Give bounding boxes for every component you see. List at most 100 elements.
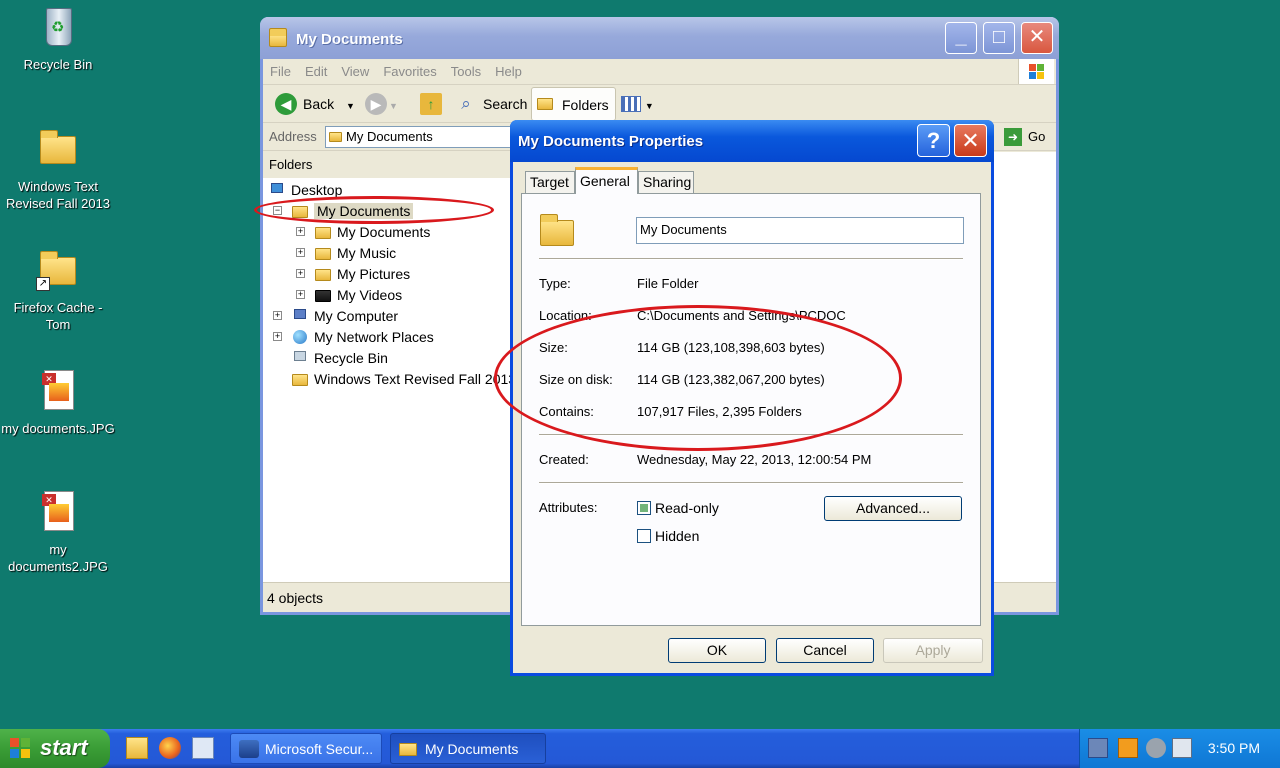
dialog-close-button[interactable]: ✕ <box>954 124 987 157</box>
firefox-icon[interactable] <box>159 737 181 759</box>
attributes-label: Attributes: <box>539 500 598 515</box>
security-alert-icon[interactable] <box>1118 738 1138 758</box>
tree-item-my-network-places[interactable]: + My Network Places <box>273 327 434 347</box>
type-value: File Folder <box>637 276 699 291</box>
menu-help[interactable]: Help <box>488 59 529 79</box>
desktop-icon-recycle-bin[interactable]: Recycle Bin <box>0 4 116 73</box>
menu-view[interactable]: View <box>334 59 376 79</box>
help-button[interactable]: ? <box>917 124 950 157</box>
desktop-icon-label: Firefox Cache - Tom <box>13 300 103 332</box>
desktop-icon-label: Windows Text Revised Fall 2013 <box>5 179 111 211</box>
address-input[interactable]: My Documents <box>325 126 515 148</box>
pictures-folder-icon <box>314 266 332 282</box>
tree-item-my-videos[interactable]: + My Videos <box>296 285 403 305</box>
toolbar: ◀ Back ▼ ▶ ▼ ↑ ⌕ Search Folders ▼ <box>263 85 1056 123</box>
tree-item-windows-text[interactable]: Windows Text Revised Fall 2013 <box>291 369 516 389</box>
apply-button[interactable]: Apply <box>883 638 983 663</box>
forward-button[interactable]: ▶ ▼ <box>363 90 398 118</box>
menu-bar: File Edit View Favorites Tools Help <box>263 59 1056 85</box>
tree-item-my-pictures[interactable]: + My Pictures <box>296 264 410 284</box>
expand-icon[interactable]: + <box>296 290 305 299</box>
clock: 3:50 PM <box>1207 740 1260 756</box>
explorer-quicklaunch-icon[interactable] <box>126 737 148 759</box>
windows-logo-icon <box>10 738 32 758</box>
size-on-disk-value: 114 GB (123,382,067,200 bytes) <box>637 372 825 387</box>
go-button[interactable]: ➜ Go <box>1004 127 1050 147</box>
tree-label: Desktop <box>291 182 343 198</box>
search-label: Search <box>483 96 528 112</box>
task-microsoft-security[interactable]: Microsoft Secur... <box>230 733 382 764</box>
tree-item-my-documents-sub[interactable]: + My Documents <box>296 222 430 242</box>
tree-item-desktop[interactable]: Desktop <box>268 180 342 200</box>
cancel-button[interactable]: Cancel <box>776 638 874 663</box>
search-button[interactable]: ⌕ Search <box>453 90 527 118</box>
show-desktop-icon[interactable] <box>192 737 214 759</box>
expand-icon[interactable]: + <box>296 248 305 257</box>
tree-item-my-documents[interactable]: − My Documents <box>273 201 414 221</box>
advanced-button[interactable]: Advanced... <box>824 496 962 521</box>
minimize-button[interactable]: _ <box>945 22 977 54</box>
back-button[interactable]: ◀ Back ▼ <box>273 90 355 118</box>
task-my-documents[interactable]: My Documents <box>390 733 546 764</box>
windows-logo <box>1018 59 1054 84</box>
folder-icon <box>268 28 290 47</box>
up-folder-button[interactable]: ↑ <box>418 90 442 118</box>
expand-icon[interactable]: + <box>296 269 305 278</box>
collapse-icon[interactable]: − <box>273 206 282 215</box>
contains-label: Contains: <box>539 404 594 419</box>
expand-icon[interactable]: + <box>273 311 282 320</box>
menu-file[interactable]: File <box>263 59 298 79</box>
jpg-file-icon: ✕ <box>34 489 82 537</box>
desktop-icon-my-documents2-jpg[interactable]: ✕ my documents2.JPG <box>0 489 116 575</box>
menu-tools[interactable]: Tools <box>444 59 488 79</box>
folder-icon <box>329 130 343 144</box>
menu-favorites[interactable]: Favorites <box>376 59 443 79</box>
menu-edit[interactable]: Edit <box>298 59 334 79</box>
system-tray: 3:50 PM <box>1079 729 1280 768</box>
ok-button[interactable]: OK <box>668 638 766 663</box>
tab-sharing[interactable]: Sharing <box>638 171 694 193</box>
explorer-titlebar[interactable]: My Documents _ □ ✕ <box>260 17 1059 59</box>
views-icon <box>621 96 641 112</box>
readonly-checkbox[interactable]: Read-only <box>637 500 719 516</box>
tab-general[interactable]: General <box>575 167 638 194</box>
maximize-button[interactable]: □ <box>983 22 1015 54</box>
expand-icon[interactable]: + <box>273 332 282 341</box>
tab-target[interactable]: Target <box>525 171 575 193</box>
chevron-down-icon: ▼ <box>644 101 654 111</box>
size-on-disk-label: Size on disk: <box>539 372 613 387</box>
tree-item-my-computer[interactable]: + My Computer <box>273 306 398 326</box>
desktop-icon-windows-text[interactable]: Windows Text Revised Fall 2013 <box>0 126 116 212</box>
expand-icon[interactable]: + <box>296 227 305 236</box>
network-icon[interactable] <box>1088 738 1108 758</box>
location-value: C:\Documents and Settings\PCDOC <box>637 308 846 323</box>
start-button[interactable]: start <box>0 729 110 768</box>
taskbar: start Microsoft Secur... My Documents 3:… <box>0 729 1280 768</box>
separator <box>539 434 963 436</box>
folders-pane: Folders Desktop − My Documents + My Docu… <box>263 152 516 582</box>
tree-label: Recycle Bin <box>314 350 388 366</box>
desktop-icon-my-documents-jpg[interactable]: ✕ my documents.JPG <box>0 368 116 437</box>
created-label: Created: <box>539 452 589 467</box>
tree-item-my-music[interactable]: + My Music <box>296 243 396 263</box>
tree-label: My Videos <box>337 287 403 303</box>
dialog-titlebar[interactable]: My Documents Properties ? ✕ <box>510 120 994 162</box>
go-label: Go <box>1028 129 1046 144</box>
hidden-checkbox[interactable]: Hidden <box>637 528 699 544</box>
hidden-label: Hidden <box>655 528 700 544</box>
usb-icon[interactable] <box>1172 738 1192 758</box>
dialog-title: My Documents Properties <box>518 133 704 150</box>
up-arrow-icon: ↑ <box>420 93 442 115</box>
address-value: My Documents <box>346 129 433 144</box>
folders-button[interactable]: Folders <box>531 87 616 121</box>
tree-label: My Network Places <box>314 329 434 345</box>
close-button[interactable]: ✕ <box>1021 22 1053 54</box>
tree-item-recycle-bin[interactable]: Recycle Bin <box>291 348 388 368</box>
views-button[interactable]: ▼ <box>621 90 659 118</box>
checkbox-box <box>637 501 651 515</box>
desktop-icon-label: my documents.JPG <box>1 421 115 436</box>
desktop-icon-firefox-cache[interactable]: ↗ Firefox Cache - Tom <box>0 247 116 333</box>
folder-name-field[interactable]: My Documents <box>636 217 964 244</box>
volume-icon[interactable] <box>1146 738 1166 758</box>
jpg-file-icon: ✕ <box>34 368 82 416</box>
